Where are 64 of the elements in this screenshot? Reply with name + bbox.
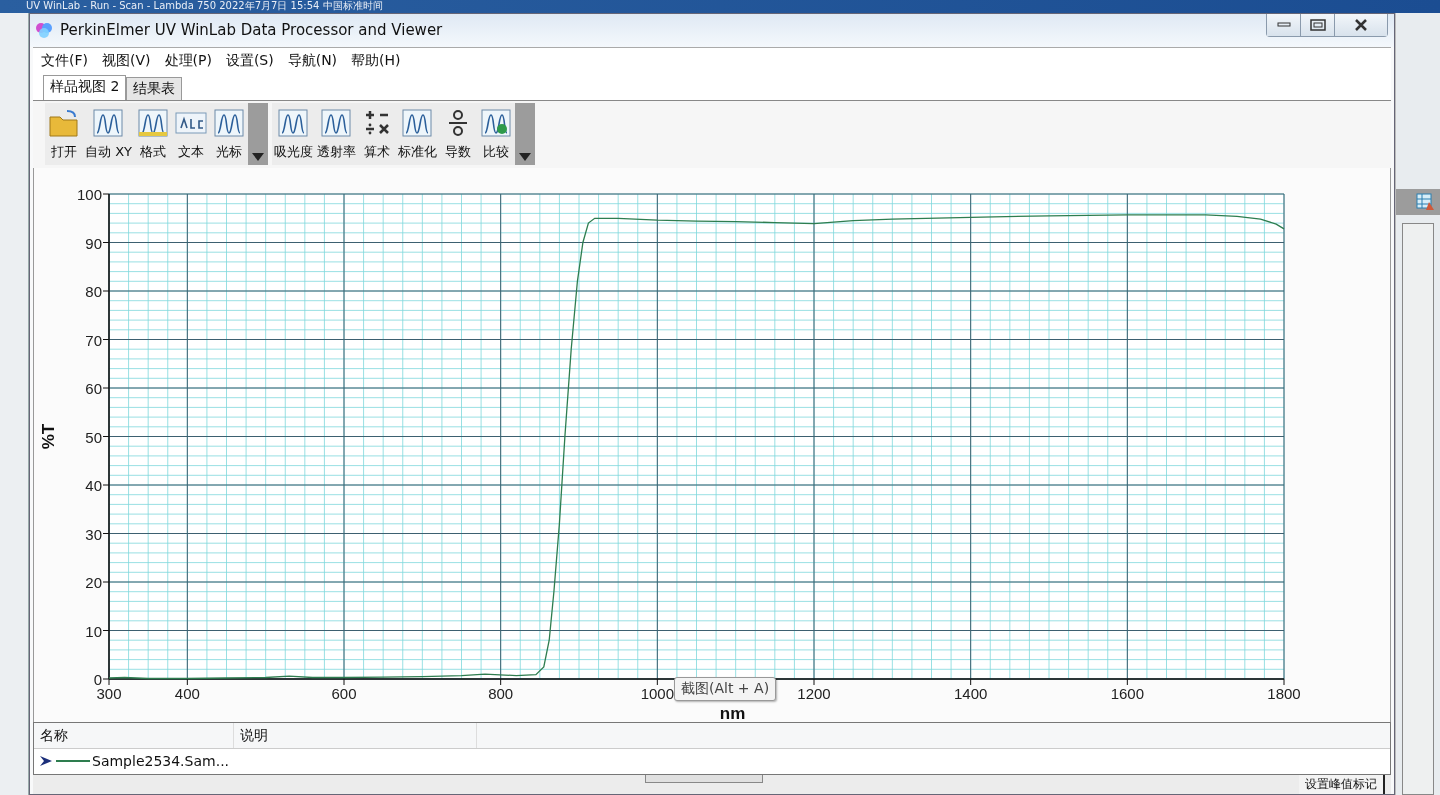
x-tick-label: 600 <box>331 684 357 702</box>
y-tick-label: 20 <box>85 573 102 591</box>
menu-item[interactable]: 视图(V) <box>102 52 151 71</box>
toolbar-button[interactable]: 打开 <box>45 103 83 166</box>
toolbar-button[interactable]: 算术 <box>358 103 396 166</box>
toolbar-button[interactable]: 吸光度 <box>272 103 315 166</box>
menu-item[interactable]: 文件(F) <box>41 52 88 71</box>
y-tick-label: 40 <box>85 476 102 494</box>
maximize-button[interactable] <box>1301 14 1335 36</box>
menu-item[interactable]: 帮助(H) <box>351 52 401 71</box>
y-tick-label: 90 <box>85 234 102 252</box>
y-tick-label: 10 <box>85 622 102 640</box>
x-tick-label: 1000 <box>640 684 674 702</box>
tooltip: 截图(Alt + A) <box>674 676 777 701</box>
x-tick-label: 800 <box>488 684 514 702</box>
window-title: UV WinLab - Run - Scan - Lambda 750 2022年7月7日 15:54 中国标准时间 <box>25 0 383 12</box>
x-axis-label: nm <box>719 703 746 722</box>
y-axis-label: %T <box>39 423 58 449</box>
peak-label-button[interactable]: 设置峰值标记 <box>1299 775 1385 794</box>
toolbar-button[interactable]: 比较 <box>477 103 515 166</box>
close-button[interactable] <box>1335 14 1387 36</box>
y-tick-label: 100 <box>76 185 102 203</box>
toolbar-button[interactable]: 文本 <box>172 103 210 166</box>
toolbar-button[interactable]: 导数 <box>439 103 477 166</box>
toolbar-button[interactable]: 自动 XY <box>83 103 134 166</box>
maximize-icon <box>1309 19 1326 31</box>
sample-name: Sample2534.Sam... <box>92 752 230 769</box>
y-tick-label: 70 <box>85 331 102 349</box>
x-tick-label: 400 <box>174 684 200 702</box>
menu-item[interactable]: 导航(N) <box>287 52 338 71</box>
tab[interactable]: 样品视图 2 <box>43 75 127 101</box>
overflow-button[interactable] <box>248 103 268 166</box>
compare-icon <box>479 107 513 140</box>
close-icon <box>1354 19 1368 31</box>
column-header: 说明 <box>234 722 477 748</box>
table-icon <box>1416 193 1436 211</box>
x-tick-label: 1800 <box>1267 684 1301 702</box>
spectrum-icon <box>400 107 435 140</box>
menu-item[interactable]: 处理(P) <box>164 52 212 71</box>
y-tick-label: 50 <box>85 428 102 446</box>
minimize-button[interactable] <box>1267 14 1301 36</box>
toolbar-button[interactable]: 标准化 <box>396 103 439 166</box>
ruler-spectrum-icon <box>136 107 170 140</box>
toolbar-button[interactable]: 透射率 <box>315 103 358 166</box>
folder-icon <box>47 107 81 140</box>
y-tick-label: 60 <box>85 379 102 397</box>
dropdown-arrow-icon <box>252 153 264 162</box>
dropdown-arrow-icon <box>519 153 531 162</box>
column-header: 名称 <box>34 722 234 748</box>
tab[interactable]: 结果表 <box>126 77 183 101</box>
menu-item[interactable]: 设置(S) <box>225 52 274 71</box>
overflow-button[interactable] <box>515 103 535 166</box>
toolbar-button[interactable]: 格式 <box>134 103 172 166</box>
app-icon <box>34 20 54 41</box>
y-tick-label: 30 <box>85 525 102 543</box>
pointer-icon <box>38 753 54 768</box>
y-tick-label: 80 <box>85 282 102 300</box>
window-title: PerkinElmer UV WinLab Data Processor and Viewer <box>60 21 443 40</box>
x-tick-label: 1400 <box>954 684 988 702</box>
x-tick-label: 1600 <box>1110 684 1144 702</box>
x-tick-label: 1200 <box>797 684 831 702</box>
splitter-handle[interactable] <box>645 775 763 783</box>
minimize-icon <box>1276 22 1291 28</box>
toolbar-button[interactable]: 光标 <box>210 103 248 166</box>
